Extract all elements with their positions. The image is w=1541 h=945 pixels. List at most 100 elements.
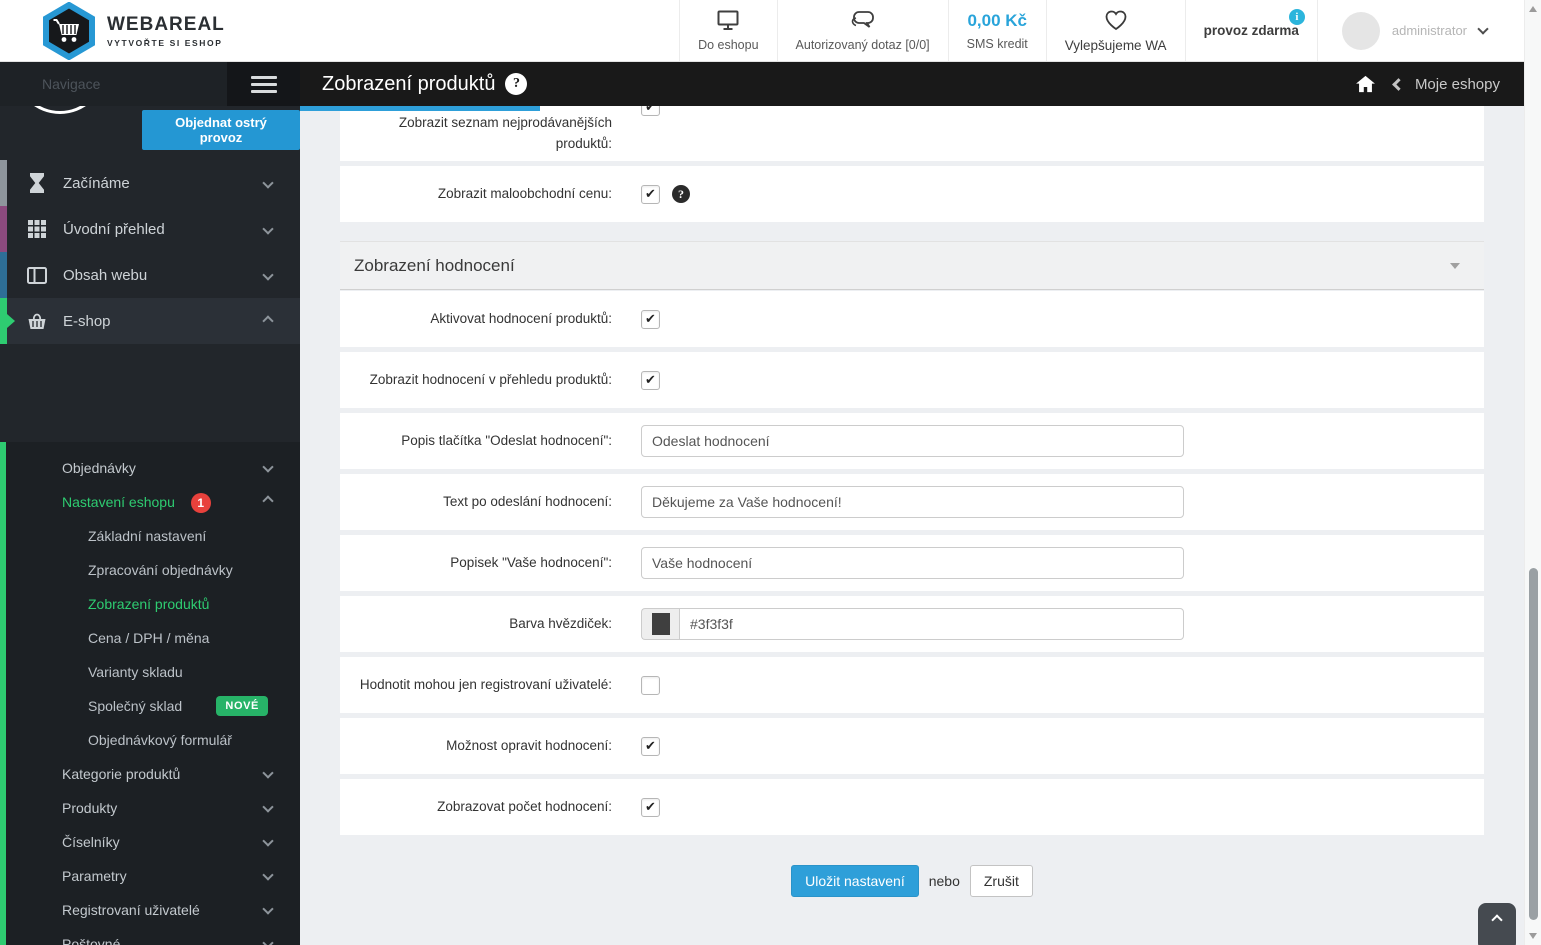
submit-rating-text-input[interactable] xyxy=(641,425,1184,457)
sidebar-item-produkty[interactable]: Produkty xyxy=(6,791,300,825)
collapse-caret-icon[interactable] xyxy=(1450,262,1460,269)
free-operation-label: provoz zdarma xyxy=(1203,23,1299,38)
setting-row-retail-price: Zobrazit maloobchodní cenu: ✔ ? xyxy=(340,166,1484,222)
top-header: WEBAREAL VYTVOŘTE SI ESHOP Do eshopu Aut… xyxy=(0,0,1541,62)
setting-row-registered-only: Hodnotit mohou jen registrovaní uživatel… xyxy=(340,657,1484,713)
chevron-down-icon xyxy=(262,801,274,813)
free-operation-button[interactable]: i provoz zdarma xyxy=(1184,0,1317,61)
sidebar-item-cena-dph-mena[interactable]: Cena / DPH / měna xyxy=(6,621,300,655)
help-icon[interactable]: ? xyxy=(672,185,690,203)
sidebar-item-objednavkovy-formular[interactable]: Objednávkový formulář xyxy=(6,723,300,757)
page-scrollbar[interactable] xyxy=(1524,0,1541,945)
sidebar-item-parametry[interactable]: Parametry xyxy=(6,859,300,893)
page-title: Zobrazení produktů xyxy=(322,72,496,95)
scroll-down-arrow-icon[interactable] xyxy=(1529,933,1537,939)
brand-tagline: VYTVOŘTE SI ESHOP xyxy=(107,37,223,48)
improving-wa-label: Vylepšujeme WA xyxy=(1064,38,1167,53)
sidebar-item-zobrazeni-produktu[interactable]: Zobrazení produktů xyxy=(6,587,300,621)
help-icon[interactable]: ? xyxy=(505,73,528,95)
chevron-down-icon xyxy=(262,269,274,281)
checkbox-rating-count[interactable]: ✔ xyxy=(641,797,660,817)
star-color-input[interactable] xyxy=(679,608,1184,640)
user-name: administrator xyxy=(1391,23,1467,38)
checkbox-activate-ratings[interactable]: ✔ xyxy=(641,309,660,329)
chevron-down-icon xyxy=(262,223,274,235)
home-icon[interactable] xyxy=(1355,75,1376,93)
setting-row-activate-ratings: Aktivovat hodnocení produktů: ✔ xyxy=(340,291,1484,347)
section-title: Zobrazení hodnocení xyxy=(354,255,515,275)
form-footer: Uložit nastavení nebo Zrušit xyxy=(340,840,1484,897)
sidebar-item-postovne[interactable]: Poštovné xyxy=(6,927,300,945)
sidebar-item-nastaveni-eshopu[interactable]: Nastavení eshopu 1 xyxy=(6,485,300,519)
sidebar-item-obsah-webu[interactable]: Obsah webu xyxy=(0,252,300,298)
sidebar-item-zakladni-nastaveni[interactable]: Základní nastavení xyxy=(6,519,300,553)
hamburger-menu-icon[interactable] xyxy=(227,62,300,106)
setting-row-after-submit-text: Text po odeslání hodnocení: xyxy=(340,474,1484,530)
breadcrumb[interactable]: Moje eshopy xyxy=(1415,76,1500,93)
brand-name: WEBAREAL xyxy=(107,13,225,35)
hourglass-icon xyxy=(27,173,47,193)
save-settings-button[interactable]: Uložit nastavení xyxy=(791,865,919,897)
chevron-down-icon xyxy=(262,835,274,847)
sms-credit-value: 0,00 Kč xyxy=(967,10,1027,30)
notification-badge: 1 xyxy=(190,493,211,514)
chevron-down-icon xyxy=(262,903,274,915)
section-header-ratings: Zobrazení hodnocení xyxy=(340,241,1484,290)
setting-row-your-rating-label: Popisek "Vaše hodnocení": xyxy=(340,535,1484,591)
setting-row-submit-button-text: Popis tlačítka "Odeslat hodnocení": xyxy=(340,413,1484,469)
improving-wa-button[interactable]: Vylepšujeme WA xyxy=(1045,0,1185,61)
user-menu[interactable]: administrator xyxy=(1316,0,1511,61)
sidebar-item-objednavky[interactable]: Objednávky xyxy=(6,451,300,485)
sms-credit[interactable]: 0,00 Kč SMS kredit xyxy=(947,0,1046,61)
sidebar-item-kategorie-produktu[interactable]: Kategorie produktů xyxy=(6,757,300,791)
sidebar-item-spolecny-sklad[interactable]: Společný sklad NOVÉ xyxy=(6,689,300,723)
authorized-question-button[interactable]: Autorizovaný dotaz [0/0] xyxy=(776,0,948,61)
chevron-down-icon xyxy=(262,937,274,945)
chevron-up-icon xyxy=(262,315,274,327)
chevron-down-icon xyxy=(262,177,274,189)
sidebar-item-varianty-skladu[interactable]: Varianty skladu xyxy=(6,655,300,689)
order-live-operation-button[interactable]: Objednat ostrý provoz xyxy=(142,110,300,150)
chevron-up-icon xyxy=(262,495,274,507)
sidebar-item-zpracovani-objednavky[interactable]: Zpracování objednávky xyxy=(6,553,300,587)
checkbox-bestsellers[interactable]: ✔ xyxy=(641,106,660,116)
color-swatch xyxy=(651,613,670,635)
color-picker-addon[interactable] xyxy=(641,608,679,640)
sidebar-item-zaciname[interactable]: Začínáme xyxy=(0,160,300,206)
chevron-down-icon xyxy=(262,869,274,881)
go-to-eshop-button[interactable]: Do eshopu xyxy=(679,0,776,61)
chevron-down-icon xyxy=(262,461,274,473)
your-rating-label-input[interactable] xyxy=(641,547,1184,579)
info-icon[interactable]: i xyxy=(1288,9,1305,25)
settings-form: Zobrazit seznam nejprodávanějších produk… xyxy=(340,106,1484,945)
row-label: Možnost opravit hodnocení: xyxy=(446,737,612,753)
page-titlebar: Zobrazení produktů ? Moje eshopy xyxy=(300,62,1524,106)
checkbox-ratings-overview[interactable]: ✔ xyxy=(641,370,660,390)
progress-strip xyxy=(300,106,540,111)
navigation-search-input[interactable] xyxy=(0,62,227,106)
header-actions: Do eshopu Autorizovaný dotaz [0/0] 0,00 … xyxy=(679,0,1511,61)
checkbox-registered-only[interactable] xyxy=(641,675,660,695)
sidebar-item-uvodni-prehled[interactable]: Úvodní přehled xyxy=(0,206,300,252)
sidebar-item-eshop[interactable]: E-shop xyxy=(0,298,300,344)
after-rating-text-input[interactable] xyxy=(641,486,1184,518)
sidebar-menu: Začínáme Úvodní přehled Obsah webu E-sho… xyxy=(0,160,300,945)
chevron-left-icon[interactable] xyxy=(1392,77,1405,91)
basket-icon xyxy=(27,312,47,330)
sidebar-item-registrovani-uzivatele[interactable]: Registrovaní uživatelé xyxy=(6,893,300,927)
checkbox-edit-rating[interactable]: ✔ xyxy=(641,736,660,756)
row-label: Zobrazit seznam nejprodávanějších xyxy=(398,114,612,130)
row-label: Popis tlačítka "Odeslat hodnocení": xyxy=(401,432,612,448)
brand-logo[interactable]: WEBAREAL VYTVOŘTE SI ESHOP xyxy=(0,0,225,61)
setting-row-star-color: Barva hvězdiček: xyxy=(340,596,1484,652)
row-label: Hodnotit mohou jen registrovaní uživatel… xyxy=(359,676,612,692)
cancel-button[interactable]: Zrušit xyxy=(969,865,1033,897)
setting-row-rating-count: Zobrazovat počet hodnocení: ✔ xyxy=(340,779,1484,835)
back-to-top-button[interactable] xyxy=(1478,903,1516,945)
scrollbar-thumb[interactable] xyxy=(1529,568,1538,920)
chevron-up-icon xyxy=(1491,914,1503,926)
scroll-up-arrow-icon[interactable] xyxy=(1529,6,1537,12)
row-label: Zobrazovat počet hodnocení: xyxy=(437,798,612,814)
checkbox-retail-price[interactable]: ✔ xyxy=(641,184,660,204)
sidebar-item-ciselniky[interactable]: Číselníky xyxy=(6,825,300,859)
